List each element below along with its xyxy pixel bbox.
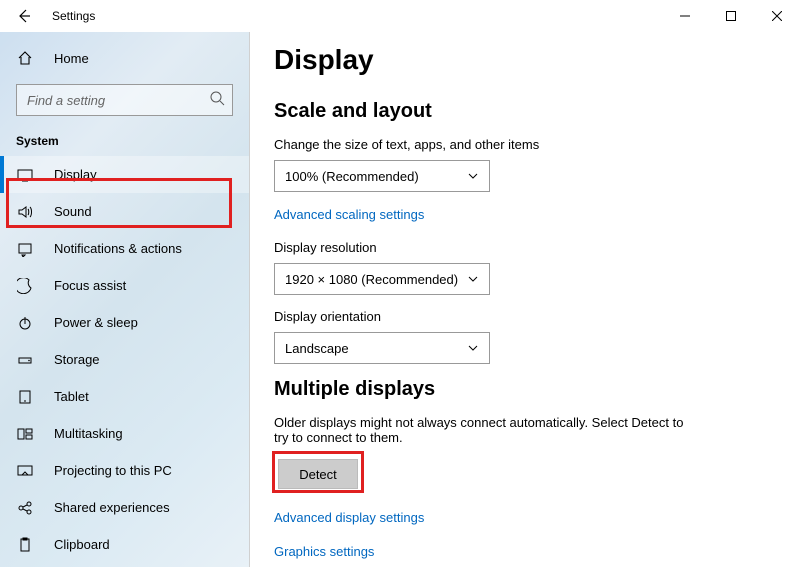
advanced-display-link[interactable]: Advanced display settings xyxy=(274,510,424,525)
focus-assist-icon xyxy=(16,278,34,294)
sidebar-item-power-sleep[interactable]: Power & sleep xyxy=(0,304,249,341)
detect-button[interactable]: Detect xyxy=(278,459,358,489)
storage-icon xyxy=(16,352,34,368)
tablet-icon xyxy=(16,389,34,405)
shared-icon xyxy=(16,500,34,516)
sidebar-item-projecting[interactable]: Projecting to this PC xyxy=(0,452,249,489)
sidebar-item-shared-experiences[interactable]: Shared experiences xyxy=(0,489,249,526)
search-field[interactable] xyxy=(16,84,233,116)
power-icon xyxy=(16,315,34,331)
sidebar-item-clipboard[interactable]: Clipboard xyxy=(0,526,249,563)
sidebar-home[interactable]: Home xyxy=(0,40,249,76)
maximize-button[interactable] xyxy=(708,0,754,32)
search-icon xyxy=(209,90,225,106)
page-title: Display xyxy=(274,44,776,76)
window-title: Settings xyxy=(52,9,95,23)
sound-icon xyxy=(16,204,34,220)
scale-size-label: Change the size of text, apps, and other… xyxy=(274,137,776,152)
section-scale-heading: Scale and layout xyxy=(274,100,776,123)
sidebar-item-tablet[interactable]: Tablet xyxy=(0,378,249,415)
projecting-icon xyxy=(16,463,34,479)
multi-description: Older displays might not always connect … xyxy=(274,415,694,445)
multitasking-icon xyxy=(16,426,34,442)
sidebar-item-focus-assist[interactable]: Focus assist xyxy=(0,267,249,304)
home-icon xyxy=(16,50,34,66)
advanced-scaling-link[interactable]: Advanced scaling settings xyxy=(274,207,424,222)
sidebar-item-multitasking[interactable]: Multitasking xyxy=(0,415,249,452)
sidebar-item-notifications[interactable]: Notifications & actions xyxy=(0,230,249,267)
chevron-down-icon xyxy=(467,273,479,285)
resolution-label: Display resolution xyxy=(274,240,776,255)
chevron-down-icon xyxy=(467,342,479,354)
close-button[interactable] xyxy=(754,0,800,32)
display-icon xyxy=(16,167,34,183)
chevron-down-icon xyxy=(467,170,479,182)
graphics-settings-link[interactable]: Graphics settings xyxy=(274,544,374,559)
section-multi-heading: Multiple displays xyxy=(274,378,776,401)
sidebar-item-display[interactable]: Display xyxy=(0,156,249,193)
orientation-combo[interactable]: Landscape xyxy=(274,332,490,364)
sidebar-category: System xyxy=(0,126,249,156)
sidebar: Home System Display Sound xyxy=(0,32,250,567)
orientation-label: Display orientation xyxy=(274,309,776,324)
search-input[interactable] xyxy=(16,84,233,116)
back-button[interactable] xyxy=(8,0,40,32)
sidebar-item-storage[interactable]: Storage xyxy=(0,341,249,378)
scale-size-combo[interactable]: 100% (Recommended) xyxy=(274,160,490,192)
sidebar-item-sound[interactable]: Sound xyxy=(0,193,249,230)
clipboard-icon xyxy=(16,537,34,553)
notifications-icon xyxy=(16,241,34,257)
minimize-button[interactable] xyxy=(662,0,708,32)
content-area: Display Scale and layout Change the size… xyxy=(250,32,800,567)
resolution-combo[interactable]: 1920 × 1080 (Recommended) xyxy=(274,263,490,295)
sidebar-home-label: Home xyxy=(54,51,89,66)
